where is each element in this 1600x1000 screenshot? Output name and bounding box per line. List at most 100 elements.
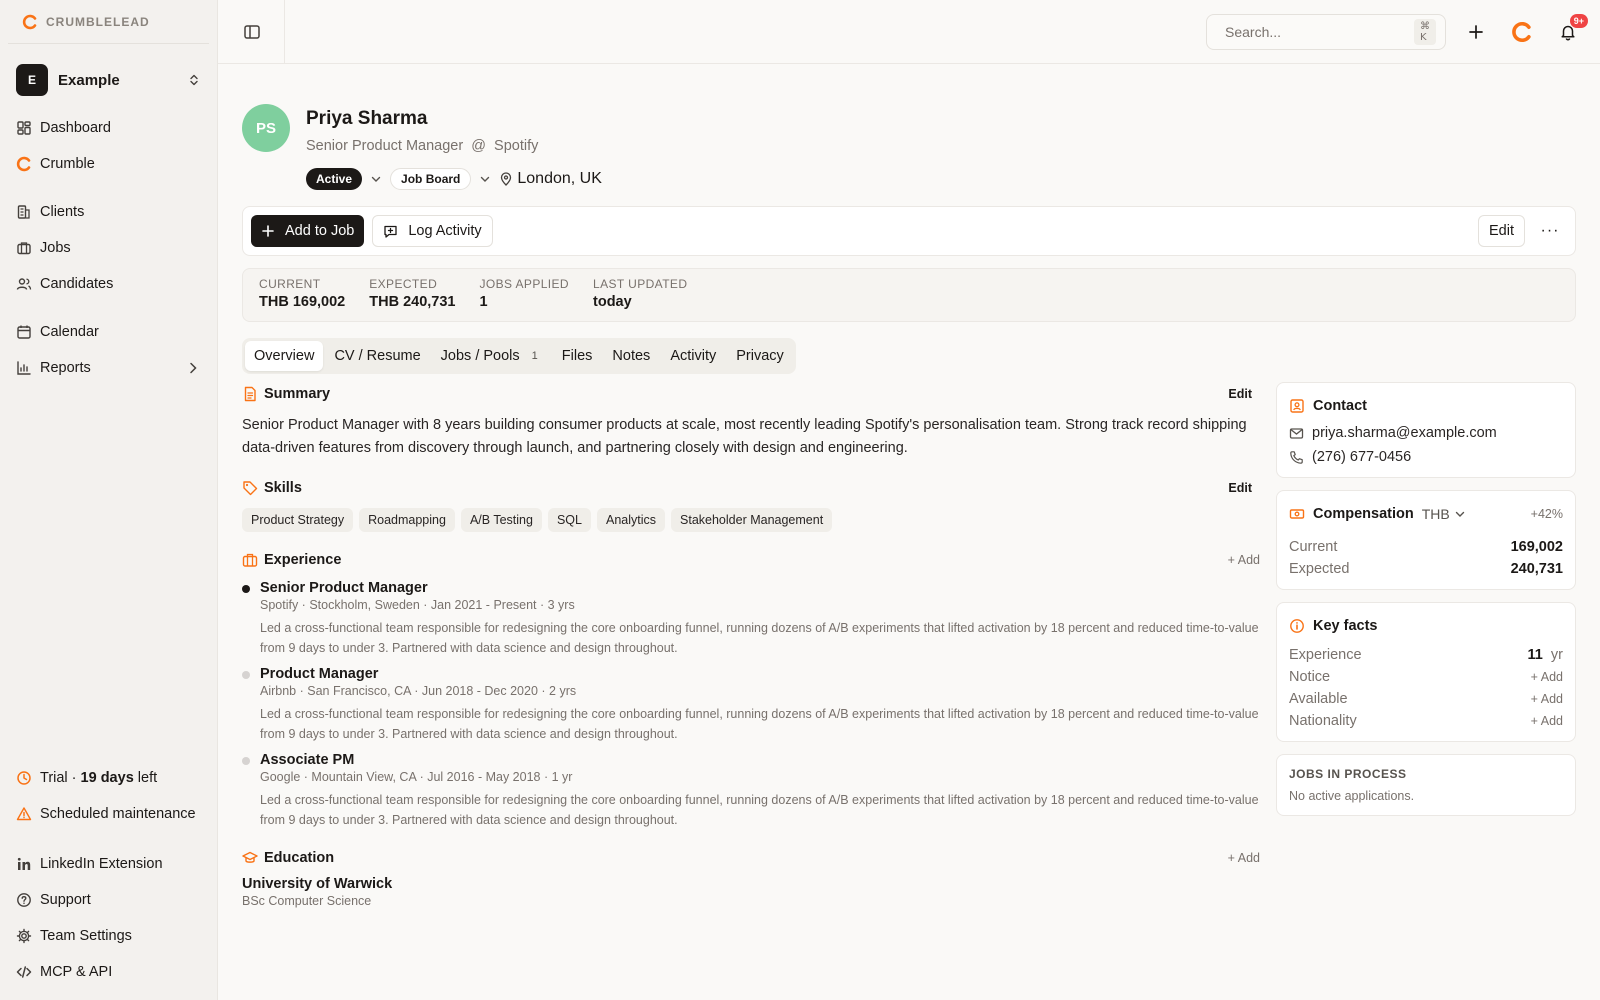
comp-expected-row: Expected 240,731 (1289, 561, 1563, 577)
card-title: Compensation (1313, 506, 1414, 522)
log-activity-button[interactable]: Log Activity (372, 215, 493, 247)
sidebar-item-label: Scheduled maintenance (40, 806, 196, 822)
sidebar-item-support[interactable]: Support (8, 882, 209, 918)
tab-files[interactable]: Files (553, 341, 602, 371)
sidebar-item-label: Support (40, 892, 91, 908)
source-badge[interactable]: Job Board (390, 168, 472, 190)
tab-overview[interactable]: Overview (245, 341, 324, 371)
tab-cv-resume[interactable]: CV / Resume (325, 341, 429, 371)
search-box[interactable]: ⌘ K (1206, 13, 1446, 50)
chevron-down-icon (1455, 511, 1464, 517)
timeline-dot (242, 757, 250, 765)
sidebar-item-clients[interactable]: Clients (8, 194, 209, 230)
stat-expected: EXPECTED THB 240,731 (369, 277, 456, 310)
experience-description: Led a cross-functional team responsible … (260, 793, 1259, 827)
tab-activity[interactable]: Activity (661, 341, 725, 371)
chevron-down-icon[interactable] (370, 173, 382, 185)
experience-section: Experience + Add Senior Product Manager … (242, 548, 1260, 830)
more-actions-button[interactable]: ··· (1533, 215, 1567, 247)
add-available-button[interactable]: + Add (1531, 692, 1563, 706)
sidebar: CRUMBLELEAD E Example Dashboard Crumble … (0, 0, 218, 1000)
timeline-dot (242, 585, 250, 593)
add-notice-button[interactable]: + Add (1531, 670, 1563, 684)
stat-jobs-applied: JOBS APPLIED 1 (479, 277, 570, 310)
experience-description: Led a cross-functional team responsible … (260, 707, 1259, 741)
mail-icon (1289, 427, 1304, 439)
dashboard-icon (17, 121, 31, 135)
tab-notes[interactable]: Notes (603, 341, 659, 371)
add-experience-button[interactable]: + Add (1228, 553, 1260, 567)
search-input[interactable] (1225, 23, 1406, 40)
add-nationality-button[interactable]: + Add (1531, 714, 1563, 728)
users-icon (16, 278, 32, 290)
status-badge[interactable]: Active (306, 168, 363, 190)
sidebar-item-reports[interactable]: Reports (8, 350, 209, 386)
code-icon (16, 966, 32, 978)
notifications-button[interactable]: 9+ (1552, 13, 1588, 48)
edit-candidate-button[interactable]: Edit (1478, 215, 1525, 247)
candidate-stats: CURRENT THB 169,002 EXPECTED THB 240,731… (242, 268, 1576, 322)
add-education-button[interactable]: + Add (1228, 851, 1260, 865)
sidebar-item-linkedin[interactable]: LinkedIn Extension (8, 846, 209, 882)
workspace-switcher[interactable]: E Example (8, 60, 209, 100)
trial-days: 19 days (80, 770, 134, 786)
plus-icon (1469, 24, 1483, 39)
experience-meta: Airbnb · San Francisco, CA · Jun 2018 - … (260, 684, 577, 698)
add-to-job-button[interactable]: Add to Job (251, 215, 365, 247)
sidebar-item-maintenance[interactable]: Scheduled maintenance (8, 796, 209, 832)
sidebar-item-label: Calendar (40, 324, 99, 340)
chevron-right-icon (190, 362, 197, 374)
linkedin-icon (17, 857, 31, 870)
tab-jobs-pools[interactable]: Jobs / Pools 1 (432, 341, 551, 371)
crumblelead-logo-icon (22, 14, 37, 29)
card-title: Key facts (1313, 618, 1378, 634)
crumble-icon (16, 156, 31, 172)
summary-section: Summary Edit Senior Product Manager with… (242, 382, 1260, 460)
contact-email[interactable]: priya.sharma@example.com (1289, 425, 1563, 441)
skill-chip: Analytics (596, 508, 666, 532)
chart-icon (17, 361, 31, 375)
skill-chip: Product Strategy (242, 508, 354, 532)
chevron-down-icon[interactable] (479, 173, 491, 185)
gear-icon (16, 928, 32, 944)
create-button[interactable] (1460, 16, 1492, 48)
sidebar-item-calendar[interactable]: Calendar (8, 314, 209, 350)
contact-phone[interactable]: (276) 677-0456 (1289, 449, 1563, 465)
crumble-assistant-button[interactable] (1506, 16, 1538, 48)
help-icon (17, 893, 31, 907)
section-title: Experience (264, 552, 342, 568)
summary-text: Senior Product Manager with 8 years buil… (242, 417, 1247, 456)
currency-select[interactable]: THB (1422, 506, 1466, 522)
calendar-icon (17, 325, 31, 339)
sidebar-item-dashboard[interactable]: Dashboard (8, 110, 209, 146)
map-pin-icon (501, 172, 512, 186)
jobs-in-process-card: JOBS IN PROCESS No active applications. (1276, 754, 1576, 816)
sidebar-item-candidates[interactable]: Candidates (8, 266, 209, 302)
sidebar-item-mcp-api[interactable]: MCP & API (8, 954, 209, 990)
section-title: Summary (264, 386, 331, 402)
info-icon (1290, 619, 1304, 633)
sidebar-item-label: Candidates (40, 276, 114, 292)
sidebar-toggle-button[interactable] (236, 16, 268, 48)
comp-current-row: Current 169,002 (1289, 539, 1563, 555)
briefcase-icon (17, 242, 31, 255)
tab-privacy[interactable]: Privacy (727, 341, 793, 371)
experience-description: Led a cross-functional team responsible … (260, 621, 1259, 655)
sidebar-item-team-settings[interactable]: Team Settings (8, 918, 209, 954)
graduation-cap-icon (242, 851, 258, 863)
trial-status[interactable]: Trial · 19 days left (8, 760, 209, 796)
workspace-name: Example (58, 71, 120, 89)
candidate-avatar: PS (242, 104, 290, 152)
sidebar-item-crumble[interactable]: Crumble (8, 146, 209, 182)
stat-last-updated: LAST UPDATED today (593, 277, 688, 310)
candidate-headline: Senior Product Manager @ Spotify (306, 138, 539, 154)
edit-skills-button[interactable]: Edit (1228, 481, 1260, 495)
stat-current: CURRENT THB 169,002 (259, 277, 346, 310)
sidebar-item-label: Clients (40, 204, 85, 220)
sidebar-item-label: LinkedIn Extension (40, 856, 163, 872)
sidebar-item-jobs[interactable]: Jobs (8, 230, 209, 266)
candidate-profile: PS Priya Sharma Senior Product Manager @… (218, 64, 1600, 1000)
sidebar-item-label: Dashboard (40, 120, 111, 136)
section-title: Education (264, 850, 335, 866)
edit-summary-button[interactable]: Edit (1228, 387, 1260, 401)
